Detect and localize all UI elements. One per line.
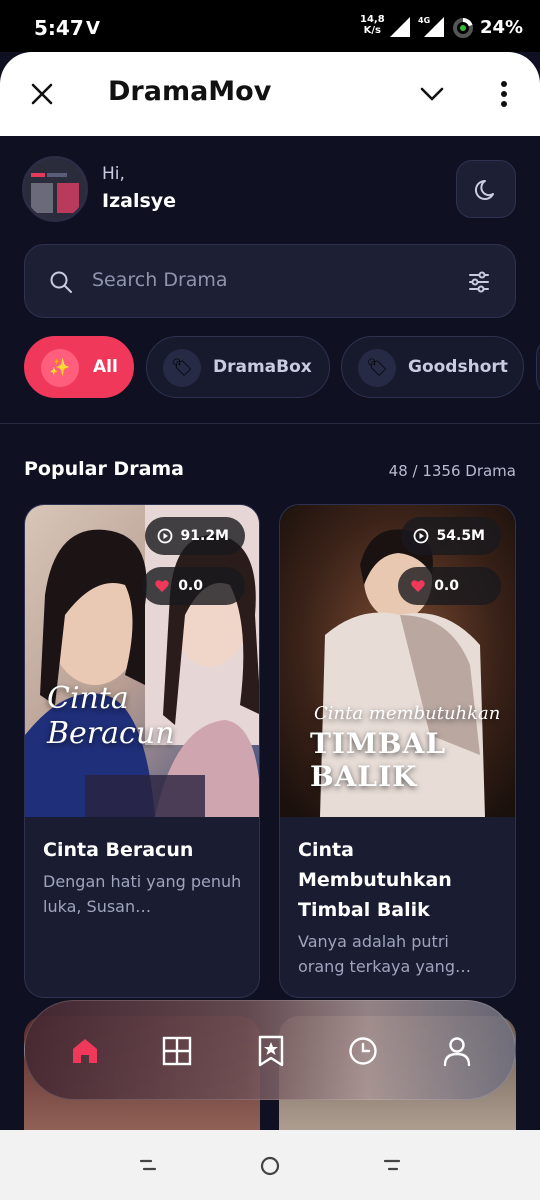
likes-count: 0.0 (434, 578, 459, 594)
battery-ring-icon (453, 18, 473, 38)
tag-icon: 🏷 (163, 349, 201, 387)
views-count: 91.2M (180, 528, 229, 544)
avatar[interactable] (22, 156, 88, 222)
play-circle-icon (413, 528, 428, 544)
home-button-icon[interactable] (258, 1154, 282, 1178)
poster-title: Cinta Beracun (47, 681, 175, 751)
more-vertical-icon[interactable] (498, 80, 510, 108)
search-icon (50, 271, 72, 293)
wifi-signal-icon (390, 17, 410, 37)
sparkles-icon: ✨ (41, 349, 79, 387)
browser-header: DramaMov (0, 52, 540, 136)
net-speed: 14,8 K/s (360, 14, 385, 36)
likes-badge: 0.0 (142, 567, 245, 605)
bookmark-star-icon[interactable] (249, 1029, 293, 1073)
chip-more[interactable] (536, 336, 540, 398)
recent-apps-icon[interactable] (138, 1158, 158, 1172)
home-icon[interactable] (63, 1029, 107, 1073)
tag-icon: 🏷 (358, 349, 396, 387)
close-icon[interactable] (30, 82, 54, 106)
chip-label: DramaBox (213, 357, 312, 377)
drama-title: Cinta Beracun (43, 839, 194, 861)
chip-label: Goodshort (408, 357, 508, 377)
greeting: Hi, (102, 164, 125, 184)
page-title: DramaMov (108, 76, 272, 107)
chip-all[interactable]: ✨ All (24, 336, 134, 398)
search-bar[interactable]: Search Drama (24, 244, 516, 318)
dark-mode-button[interactable] (456, 160, 516, 218)
poster-subtitle: Cinta membutuhkan (314, 703, 501, 724)
bottom-nav (24, 1000, 516, 1100)
section-count: 48 / 1356 Drama (388, 462, 516, 480)
drama-description: Vanya adalah putri orang terkaya yang… (298, 932, 471, 976)
status-time: 5:47 (34, 16, 84, 40)
history-icon[interactable] (341, 1029, 385, 1073)
drama-card[interactable]: Cinta Beracun 91.2M 0.0 Cinta Beracun De… (24, 504, 260, 998)
user-name: Izalsye (102, 190, 177, 212)
views-badge: 91.2M (144, 517, 245, 555)
filter-sliders-icon[interactable] (467, 270, 491, 294)
system-nav-bar (0, 1130, 540, 1200)
views-badge: 54.5M (400, 517, 501, 555)
status-bar: 5:47 V 14,8 K/s 4G 24% (0, 0, 540, 52)
search-input[interactable]: Search Drama (92, 269, 228, 291)
heart-icon (411, 580, 425, 592)
chip-goodshort[interactable]: 🏷 Goodshort (341, 336, 524, 398)
chip-label: All (93, 357, 118, 377)
chevron-down-icon[interactable] (420, 86, 444, 102)
divider (0, 423, 540, 424)
profile-icon[interactable] (435, 1029, 479, 1073)
back-icon[interactable] (382, 1158, 402, 1172)
avatar-image (25, 159, 85, 219)
play-circle-icon (157, 528, 172, 544)
moon-icon (474, 179, 494, 200)
heart-icon (155, 580, 169, 592)
section-title: Popular Drama (24, 458, 185, 480)
app-content: Hi, Izalsye Search Drama ✨ All 🏷 DramaBo… (0, 136, 540, 1130)
v-notification-icon: V (86, 18, 100, 39)
cell-signal-icon (424, 17, 444, 37)
poster-title: TIMBAL BALIK (310, 727, 447, 793)
drama-description: Dengan hati yang penuh luka, Susan… (43, 872, 242, 916)
drama-card[interactable]: Cinta membutuhkan TIMBAL BALIK 54.5M 0.0… (279, 504, 516, 998)
drama-title: Cinta Membutuhkan Timbal Balik (298, 839, 452, 921)
likes-count: 0.0 (178, 578, 203, 594)
grid-icon[interactable] (155, 1029, 199, 1073)
likes-badge: 0.0 (398, 567, 501, 605)
battery-percent: 24% (480, 17, 524, 38)
chip-dramabox[interactable]: 🏷 DramaBox (146, 336, 330, 398)
views-count: 54.5M (436, 528, 485, 544)
